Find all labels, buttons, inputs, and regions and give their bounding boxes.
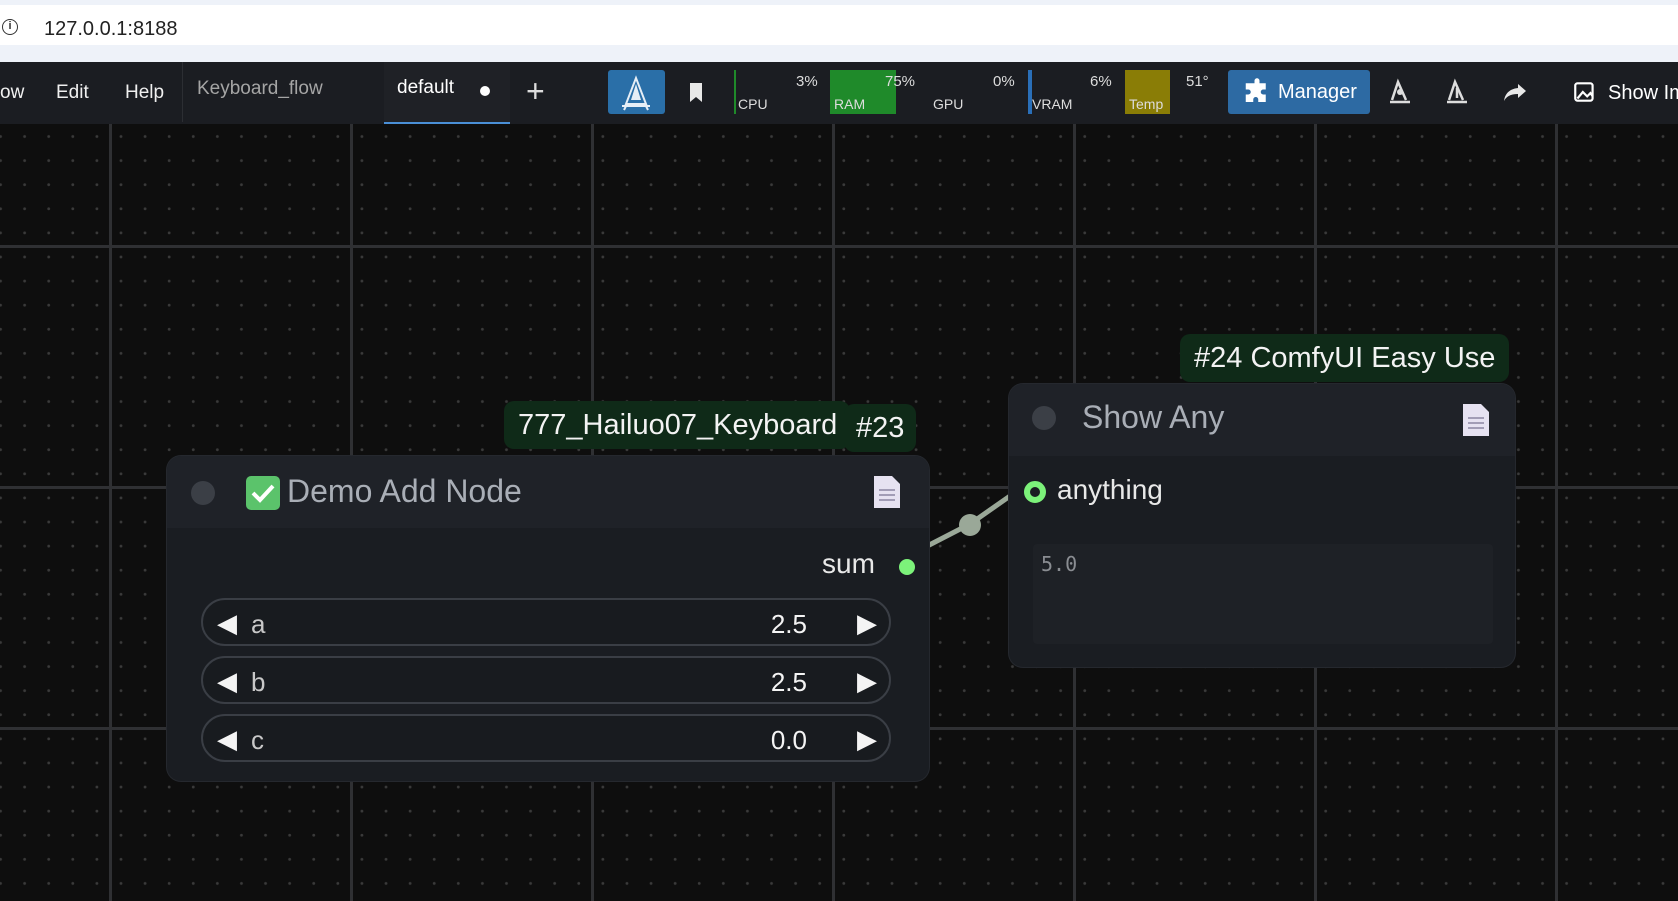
input-slot[interactable] — [1024, 481, 1046, 503]
tab-default[interactable]: default — [384, 62, 510, 124]
browser-address-bar: i 127.0.0.1:8188 — [0, 0, 1678, 50]
output-slot-label: sum — [822, 548, 875, 579]
tab-label: Keyboard_flow — [197, 78, 323, 99]
increment-arrow-icon[interactable]: ▶ — [857, 666, 877, 697]
comfy-update-icon — [1447, 78, 1467, 104]
decrement-arrow-icon[interactable]: ◀ — [217, 608, 237, 639]
gpu-monitor: GPU 0% — [929, 70, 1015, 114]
app-menubar: ow Edit Help Keyboard_flow default + CPU… — [0, 62, 1678, 124]
manager-label: Manager — [1278, 81, 1357, 103]
output-text: 5.0 — [1041, 552, 1078, 576]
share-button[interactable] — [1494, 70, 1534, 114]
add-tab-button[interactable]: + — [526, 73, 545, 110]
decrement-arrow-icon[interactable]: ◀ — [217, 724, 237, 755]
document-icon[interactable] — [1461, 402, 1491, 438]
ram-monitor: RAM 75% — [830, 70, 916, 114]
ram-percent: 75% — [885, 73, 916, 90]
increment-arrow-icon[interactable]: ▶ — [857, 724, 877, 755]
number-widget-a[interactable]: ◀ a 2.5 ▶ — [201, 598, 891, 646]
browser-edge — [0, 50, 1678, 62]
vram-percent: 6% — [1090, 73, 1112, 90]
node-header[interactable]: Show Any — [1009, 384, 1515, 456]
tab-keyboard-flow[interactable]: Keyboard_flow — [182, 62, 383, 122]
comfy-logo-button[interactable] — [608, 70, 665, 114]
show-image-button[interactable]: Show Im — [1572, 70, 1678, 114]
cpu-bar — [734, 70, 736, 114]
number-widget-c[interactable]: ◀ c 0.0 ▶ — [201, 714, 891, 762]
puzzle-icon — [1245, 78, 1266, 102]
vram-label: VRAM — [1032, 96, 1073, 112]
bookmark-icon — [690, 83, 702, 102]
image-icon — [1574, 82, 1594, 102]
temp-value: 51° — [1186, 73, 1209, 90]
info-icon[interactable]: i — [2, 19, 18, 35]
output-textarea[interactable]: 5.0 — [1033, 544, 1493, 644]
number-widget-b[interactable]: ◀ b 2.5 ▶ — [201, 656, 891, 704]
input-slot-label: anything — [1057, 474, 1163, 505]
node-title: Show Any — [1082, 399, 1225, 435]
cpu-percent: 3% — [796, 73, 818, 90]
url-box[interactable]: i 127.0.0.1:8188 — [0, 5, 1678, 45]
node-id-badge: #23 — [844, 404, 917, 452]
menu-help[interactable]: Help — [125, 82, 164, 104]
node-source-badge: #24 ComfyUI Easy Use — [1180, 334, 1510, 382]
manager-button[interactable]: Manager — [1228, 70, 1370, 114]
menu-workflow[interactable]: ow — [0, 82, 24, 104]
widget-value: 2.5 — [770, 667, 807, 697]
tab-label: default — [397, 77, 455, 98]
increment-arrow-icon[interactable]: ▶ — [857, 608, 877, 639]
document-icon[interactable] — [872, 474, 902, 510]
node-title: Demo Add Node — [287, 473, 522, 509]
temp-label: Temp — [1129, 96, 1164, 112]
bookmark-button[interactable] — [676, 70, 716, 114]
link-midpoint-icon — [959, 514, 981, 536]
update-node-button[interactable] — [1437, 70, 1477, 114]
vram-monitor: VRAM 6% — [1028, 70, 1114, 114]
collapse-toggle[interactable] — [191, 481, 215, 505]
temp-monitor: Temp 51° — [1125, 70, 1215, 114]
widget-name: c — [251, 725, 264, 755]
widget-name: a — [251, 609, 266, 639]
comfy-install-icon — [1390, 78, 1410, 104]
node-header[interactable]: Demo Add Node — [167, 456, 929, 528]
checkbox-checked-icon[interactable] — [246, 476, 280, 510]
demo-add-node[interactable]: Demo Add Node sum ◀ a 2.5 ▶ ◀ b 2.5 ▶ ◀ … — [167, 456, 929, 781]
cpu-monitor: CPU 3% — [734, 70, 818, 114]
gpu-label: GPU — [933, 96, 964, 112]
show-any-node[interactable]: Show Any anything 5.0 — [1009, 384, 1515, 667]
node-source-badge: 777_Hailuo07_Keyboard — [504, 401, 850, 449]
collapse-toggle[interactable] — [1032, 406, 1056, 430]
graph-canvas[interactable]: 777_Hailuo07_Keyboard #23 Demo Add Node … — [0, 124, 1678, 901]
share-arrow-icon — [1504, 84, 1526, 101]
gpu-percent: 0% — [993, 73, 1015, 90]
install-node-button[interactable] — [1380, 70, 1420, 114]
ram-label: RAM — [834, 96, 866, 112]
decrement-arrow-icon[interactable]: ◀ — [217, 666, 237, 697]
comfy-logo-icon — [622, 75, 650, 111]
widget-name: b — [251, 667, 266, 697]
output-slot[interactable] — [899, 559, 915, 575]
widget-value: 0.0 — [770, 725, 807, 755]
cpu-label: CPU — [738, 96, 768, 112]
menu-edit[interactable]: Edit — [56, 82, 89, 104]
unsaved-dot-icon — [480, 86, 490, 96]
show-image-label: Show Im — [1608, 82, 1678, 104]
widget-value: 2.5 — [770, 609, 807, 639]
url-text[interactable]: 127.0.0.1:8188 — [44, 18, 177, 41]
